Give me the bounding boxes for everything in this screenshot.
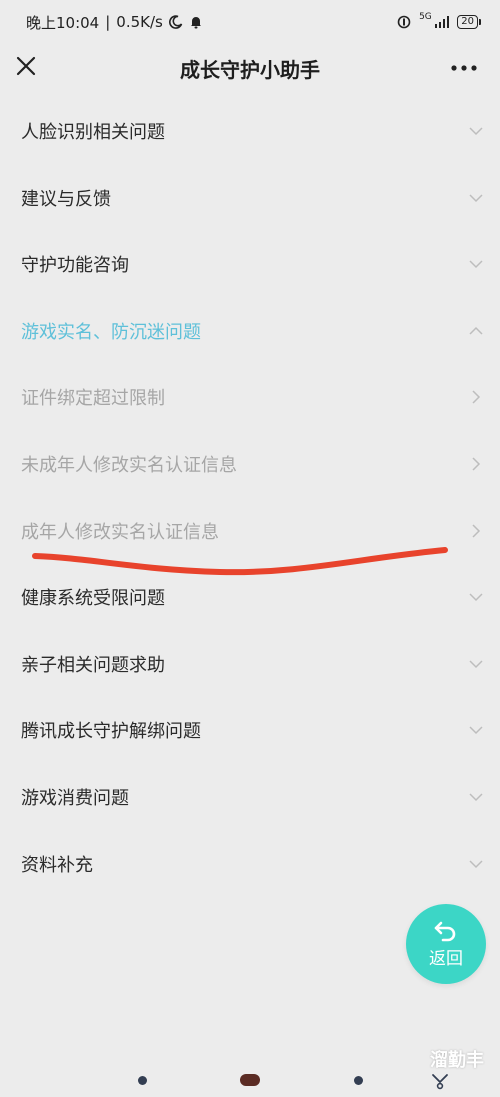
chevron-down-icon: [469, 660, 483, 668]
menu-item-realname-antiaddiction[interactable]: 游戏实名、防沉迷问题: [0, 298, 500, 365]
menu-item-label: 亲子相关问题求助: [21, 654, 165, 676]
battery-level: 20: [461, 16, 474, 27]
menu-item-label: 游戏消费问题: [21, 787, 129, 809]
hide-nav-icon[interactable]: [430, 1070, 450, 1090]
submenu-item-id-binding-limit[interactable]: 证件绑定超过限制: [0, 364, 500, 431]
menu-item-label: 健康系统受限问题: [21, 588, 165, 610]
moon-icon: [168, 15, 183, 29]
menu-item-game-payment[interactable]: 游戏消费问题: [0, 764, 500, 831]
chevron-right-icon: [472, 524, 481, 538]
menu-item-label: 守护功能咨询: [21, 255, 129, 277]
chevron-down-icon: [469, 860, 483, 868]
faq-menu-list: 人脸识别相关问题 建议与反馈 守护功能咨询 游戏实名、防沉迷问题 证件绑定超过限…: [0, 98, 500, 897]
chevron-right-icon: [472, 390, 481, 404]
page-title: 成长守护小助手: [180, 58, 320, 82]
chevron-down-icon: [469, 726, 483, 735]
battery-icon: 20: [457, 15, 481, 29]
nav-bar: 成长守护小助手: [0, 44, 500, 92]
system-nav-bar: [0, 1062, 500, 1097]
menu-item-guard-function[interactable]: 守护功能咨询: [0, 231, 500, 298]
signal-icon: [434, 16, 450, 28]
chevron-down-icon: [469, 593, 483, 602]
menu-item-label: 游戏实名、防沉迷问题: [21, 321, 201, 343]
status-left: 晚上10:04 | 0.5K/s: [26, 12, 203, 33]
bell-icon: [190, 17, 201, 29]
chevron-down-icon: [469, 127, 483, 136]
network-type: 5G: [419, 12, 432, 22]
chevron-down-icon: [469, 793, 483, 801]
menu-item-unbind[interactable]: 腾讯成长守护解绑问题: [0, 697, 500, 764]
status-separator: |: [105, 13, 111, 31]
return-arrow-icon: [434, 921, 456, 941]
menu-item-supplement-info[interactable]: 资料补充: [0, 831, 500, 898]
chevron-down-icon: [469, 194, 483, 202]
return-button-label: 返回: [429, 948, 463, 969]
menu-item-label: 未成年人修改实名认证信息: [21, 454, 237, 476]
menu-item-label: 腾讯成长守护解绑问题: [21, 721, 201, 743]
nav-dot-right[interactable]: [354, 1076, 363, 1085]
status-speed: 0.5K/s: [116, 13, 163, 31]
data-saver-icon: [397, 15, 411, 29]
home-pill[interactable]: [240, 1074, 260, 1086]
menu-item-face-recognition[interactable]: 人脸识别相关问题: [0, 98, 500, 165]
return-button[interactable]: 返回: [406, 904, 486, 984]
menu-item-feedback[interactable]: 建议与反馈: [0, 165, 500, 232]
status-time: 晚上10:04: [26, 13, 100, 32]
more-icon[interactable]: [448, 58, 480, 78]
menu-item-label: 建议与反馈: [21, 188, 111, 210]
status-right: 5G 20: [397, 12, 481, 29]
menu-item-label: 资料补充: [21, 854, 93, 876]
chevron-right-icon: [472, 457, 481, 471]
red-underline-annotation: [32, 547, 448, 576]
menu-item-label: 人脸识别相关问题: [21, 122, 165, 143]
chevron-down-icon: [469, 260, 483, 269]
nav-dot-left[interactable]: [138, 1076, 147, 1085]
menu-item-label: 证件绑定超过限制: [21, 388, 165, 410]
submenu-item-minor-modify-realname[interactable]: 未成年人修改实名认证信息: [0, 431, 500, 498]
menu-item-parent-child[interactable]: 亲子相关问题求助: [0, 631, 500, 698]
status-bar: 晚上10:04 | 0.5K/s 5G 20: [0, 0, 500, 44]
chevron-up-icon: [469, 326, 483, 335]
